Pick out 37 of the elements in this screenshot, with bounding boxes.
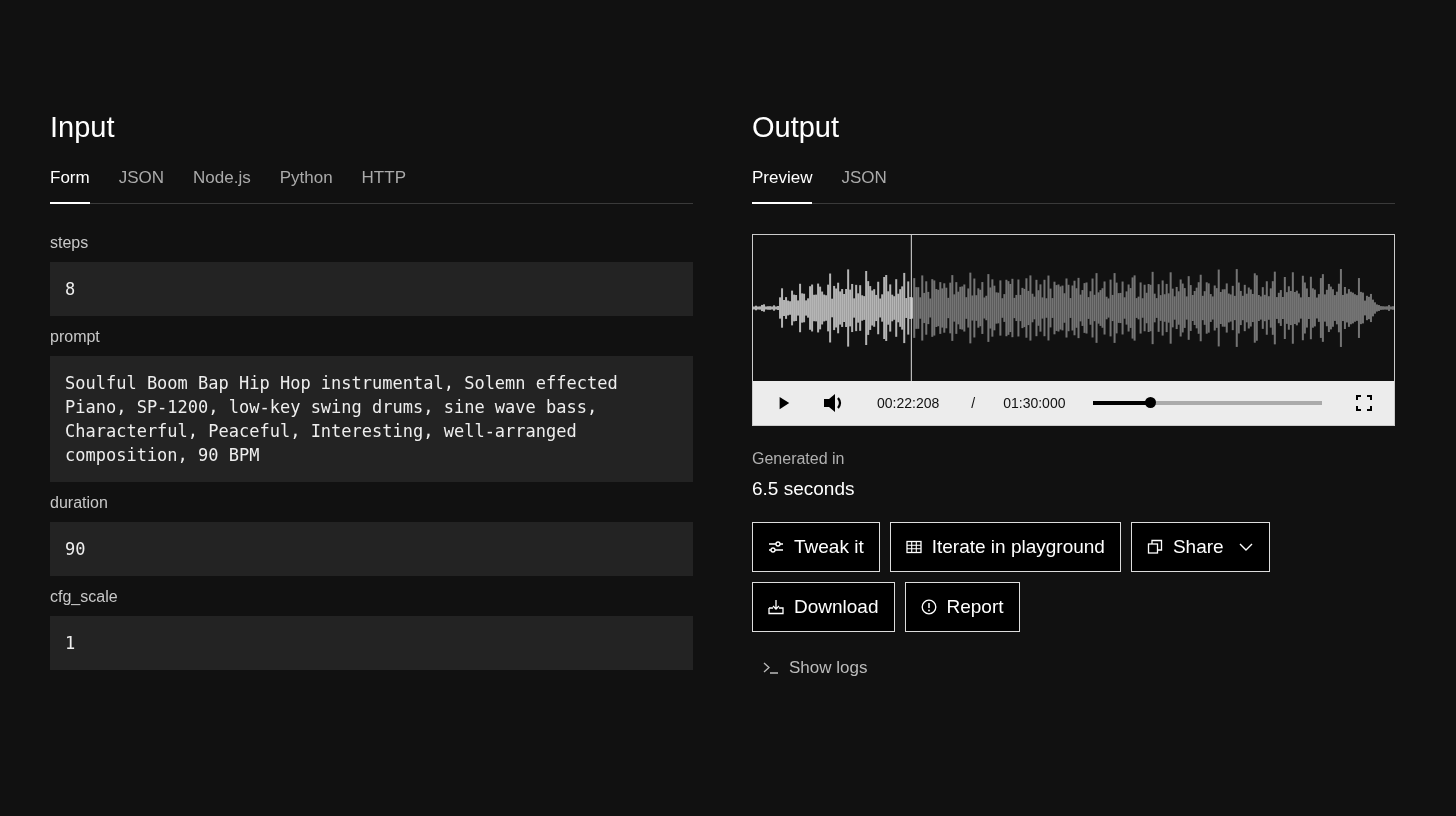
waveform-drawing[interactable] — [753, 235, 1394, 381]
tab[interactable]: Python — [279, 168, 333, 204]
field-label: duration — [50, 494, 109, 512]
input-field[interactable]: 90 — [50, 522, 693, 576]
action-button[interactable]: Download — [752, 582, 895, 632]
input-field[interactable]: 1 — [50, 616, 693, 670]
field-label: cfg_scale — [50, 588, 119, 606]
total-time: 01:30:000 — [1003, 395, 1066, 411]
generated-time: 6.5 seconds — [752, 478, 856, 500]
tab[interactable]: Preview — [752, 168, 813, 204]
input-field[interactable]: Soulful Boom Bap Hip Hop instrumental, Solemn effected Piano, SP-1200, low-key swing drums, sine wave bass, Characterful, Peaceful, Interesting, well-arranged composition, 90 BPM — [50, 356, 693, 482]
fullscreen-icon[interactable] — [1356, 395, 1372, 411]
current-time: 00:22:208 — [877, 395, 940, 411]
table-icon — [905, 539, 922, 555]
sliders-icon — [768, 539, 784, 555]
generated-label: Generated in — [752, 450, 846, 468]
tab[interactable]: Form — [50, 168, 90, 204]
show-logs-link[interactable]: Show logs — [763, 658, 868, 678]
field-label: steps — [50, 234, 90, 252]
action-button[interactable]: Iterate in playground — [889, 522, 1121, 572]
time-separator: / — [971, 395, 976, 411]
tab[interactable]: JSON — [118, 168, 164, 204]
tab[interactable]: Node.js — [193, 168, 251, 204]
dropdown-button[interactable]: Share — [1130, 522, 1270, 572]
output-heading: Output — [752, 110, 841, 145]
alert-icon — [920, 599, 937, 615]
input-field[interactable]: 8 — [50, 262, 693, 316]
play-icon[interactable] — [777, 395, 791, 411]
copy-icon — [1146, 539, 1163, 555]
download-icon — [768, 599, 784, 615]
tab[interactable]: HTTP — [361, 168, 406, 204]
terminal-icon — [763, 662, 779, 674]
action-button[interactable]: Report — [904, 582, 1020, 632]
tab[interactable]: JSON — [841, 168, 887, 204]
input-heading: Input — [50, 110, 116, 145]
field-label: prompt — [50, 328, 101, 346]
action-button[interactable]: Tweak it — [752, 522, 880, 572]
